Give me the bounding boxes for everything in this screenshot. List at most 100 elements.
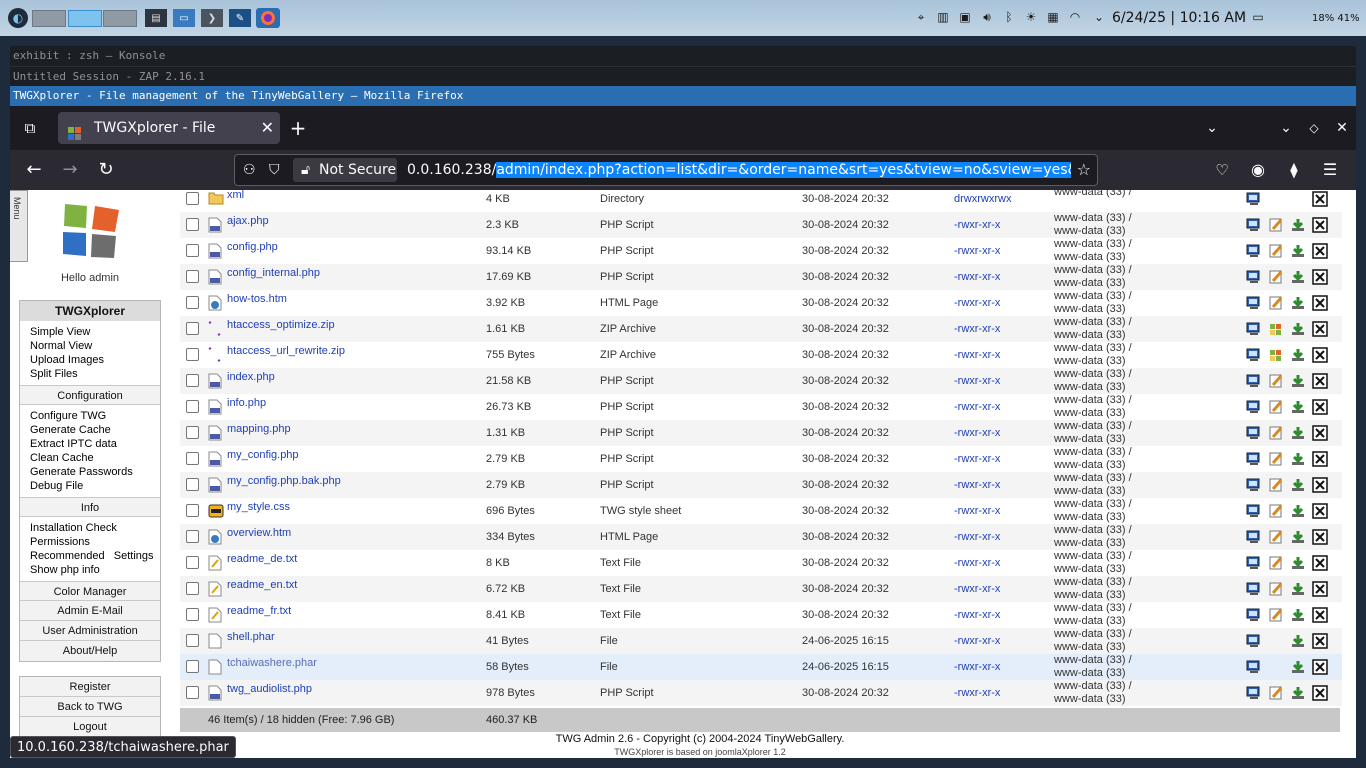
menu-user-administration[interactable]: User Administration (20, 621, 160, 641)
file-permissions[interactable]: -rwxr-xr-x (954, 427, 1000, 439)
file-permissions[interactable]: -rwxr-xr-x (954, 245, 1000, 257)
row-checkbox[interactable] (186, 452, 199, 465)
tracking-icon[interactable]: ⚇ (243, 155, 256, 185)
delete-icon[interactable] (1312, 529, 1328, 545)
file-permissions[interactable]: drwxrwxrwx (954, 193, 1011, 205)
url-text[interactable]: 0.0.160.238/admin/index.php?action=list&… (407, 155, 1071, 185)
logout-link[interactable]: Logout (20, 717, 160, 737)
view-icon[interactable] (1246, 685, 1262, 701)
account-icon[interactable]: ◉ (1242, 154, 1274, 186)
table-row[interactable]: shell.phar 41 Bytes File 24-06-2025 16:15 -r… (180, 628, 1342, 654)
file-name[interactable]: readme_en.txt (227, 579, 297, 591)
file-permissions[interactable]: -rwxr-xr-x (954, 453, 1000, 465)
delete-icon[interactable] (1312, 503, 1328, 519)
menu-show-php-info[interactable]: Show php info (20, 563, 160, 577)
view-icon[interactable] (1246, 529, 1262, 545)
download-icon[interactable] (1290, 425, 1306, 441)
volume-icon[interactable]: 🔊︎ (980, 10, 994, 24)
download-icon[interactable] (1290, 451, 1306, 467)
download-icon[interactable] (1290, 321, 1306, 337)
row-checkbox[interactable] (186, 582, 199, 595)
table-row[interactable]: index.php 21.58 KB PHP Script 30-08-2024 20… (180, 368, 1342, 394)
view-icon[interactable] (1246, 321, 1262, 337)
table-row[interactable]: htaccess_url_rewrite.zip 755 Bytes ZIP Arc… (180, 342, 1342, 368)
download-icon[interactable] (1290, 243, 1306, 259)
edit-icon[interactable] (1268, 477, 1284, 493)
table-row[interactable]: readme_en.txt 6.72 KB Text File 30-08-2024 … (180, 576, 1342, 602)
row-checkbox[interactable] (186, 374, 199, 387)
file-permissions[interactable]: -rwxr-xr-x (954, 635, 1000, 647)
file-name[interactable]: shell.phar (227, 631, 275, 643)
virtual-desktop-2[interactable] (68, 10, 102, 27)
file-name[interactable]: config_internal.php (227, 267, 320, 279)
pocket-icon[interactable]: ♡ (1206, 154, 1238, 186)
download-icon[interactable] (1290, 347, 1306, 363)
table-row[interactable]: mapping.php 1.31 KB PHP Script 30-08-2024 2… (180, 420, 1342, 446)
delete-icon[interactable] (1312, 373, 1328, 389)
extract-icon[interactable] (1268, 347, 1284, 363)
row-checkbox[interactable] (186, 504, 199, 517)
delete-icon[interactable] (1312, 477, 1328, 493)
menu-permissions[interactable]: Permissions (20, 535, 160, 549)
notes-icon[interactable]: ▥ (936, 10, 950, 24)
app-launcher-icon[interactable]: ◐ (8, 8, 28, 28)
download-icon[interactable] (1290, 477, 1306, 493)
row-checkbox[interactable] (186, 686, 199, 699)
view-icon[interactable] (1246, 503, 1262, 519)
battery-indicator[interactable]: 18% 41% (1312, 10, 1360, 26)
download-icon[interactable] (1290, 373, 1306, 389)
delete-icon[interactable] (1312, 295, 1328, 311)
table-row[interactable]: config_internal.php 17.69 KB PHP Script 30-… (180, 264, 1342, 290)
panel-icon[interactable]: ▣ (958, 10, 972, 24)
close-tab-icon[interactable]: ✕ (261, 112, 274, 144)
bluetooth-icon[interactable]: ᛒ (1002, 10, 1016, 24)
menu-clean-cache[interactable]: Clean Cache (20, 451, 160, 465)
table-row[interactable]: twg_audiolist.php 978 Bytes PHP Script 30-0… (180, 680, 1342, 706)
zap-task-icon[interactable]: ❯ (201, 9, 223, 27)
row-checkbox[interactable] (186, 426, 199, 439)
edit-icon[interactable] (1268, 425, 1284, 441)
wifi-icon[interactable]: ◠ (1068, 10, 1082, 24)
menu-generate-cache[interactable]: Generate Cache (20, 423, 160, 437)
download-icon[interactable] (1290, 269, 1306, 285)
file-name[interactable]: htaccess_url_rewrite.zip (227, 345, 345, 357)
menu-recommended-settings[interactable]: Recommended Settings (20, 549, 160, 563)
view-icon[interactable] (1246, 399, 1262, 415)
zap-window-title[interactable]: Untitled Session - ZAP 2.16.1 (10, 66, 1356, 86)
file-permissions[interactable]: -rwxr-xr-x (954, 609, 1000, 621)
forward-icon[interactable]: → (54, 154, 86, 186)
menu-about-help[interactable]: About/Help (20, 641, 160, 661)
row-checkbox[interactable] (186, 660, 199, 673)
view-icon[interactable] (1246, 425, 1262, 441)
download-icon[interactable] (1290, 685, 1306, 701)
device-icon[interactable]: ▦ (1046, 10, 1060, 24)
app-menu-icon[interactable]: ☰ (1314, 154, 1346, 186)
view-icon[interactable] (1246, 217, 1262, 233)
delete-icon[interactable] (1312, 685, 1328, 701)
firefox-task-icon[interactable] (256, 8, 280, 28)
delete-icon[interactable] (1312, 321, 1328, 337)
file-permissions[interactable]: -rwxr-xr-x (954, 219, 1000, 231)
view-icon[interactable] (1246, 373, 1262, 389)
row-checkbox[interactable] (186, 296, 199, 309)
delete-icon[interactable] (1312, 659, 1328, 675)
virtual-desktop-1[interactable] (32, 10, 66, 27)
download-icon[interactable] (1290, 633, 1306, 649)
file-name[interactable]: htaccess_optimize.zip (227, 319, 335, 331)
file-name[interactable]: my_config.php.bak.php (227, 475, 341, 487)
row-checkbox[interactable] (186, 400, 199, 413)
view-icon[interactable] (1246, 191, 1262, 207)
edit-icon[interactable] (1268, 269, 1284, 285)
file-name[interactable]: config.php (227, 241, 278, 253)
delete-icon[interactable] (1312, 425, 1328, 441)
view-icon[interactable] (1246, 243, 1262, 259)
file-name[interactable]: my_style.css (227, 501, 290, 513)
bookmark-star-icon[interactable]: ☆ (1077, 155, 1091, 185)
row-checkbox[interactable] (186, 348, 199, 361)
table-row[interactable]: htaccess_optimize.zip 1.61 KB ZIP Archive 3… (180, 316, 1342, 342)
table-row[interactable]: my_config.php.bak.php 2.79 KB PHP Script 30… (180, 472, 1342, 498)
file-name[interactable]: overview.htm (227, 527, 291, 539)
file-name[interactable]: info.php (227, 397, 266, 409)
edit-icon[interactable] (1268, 295, 1284, 311)
file-manager-task-icon[interactable]: ▭ (173, 9, 195, 27)
